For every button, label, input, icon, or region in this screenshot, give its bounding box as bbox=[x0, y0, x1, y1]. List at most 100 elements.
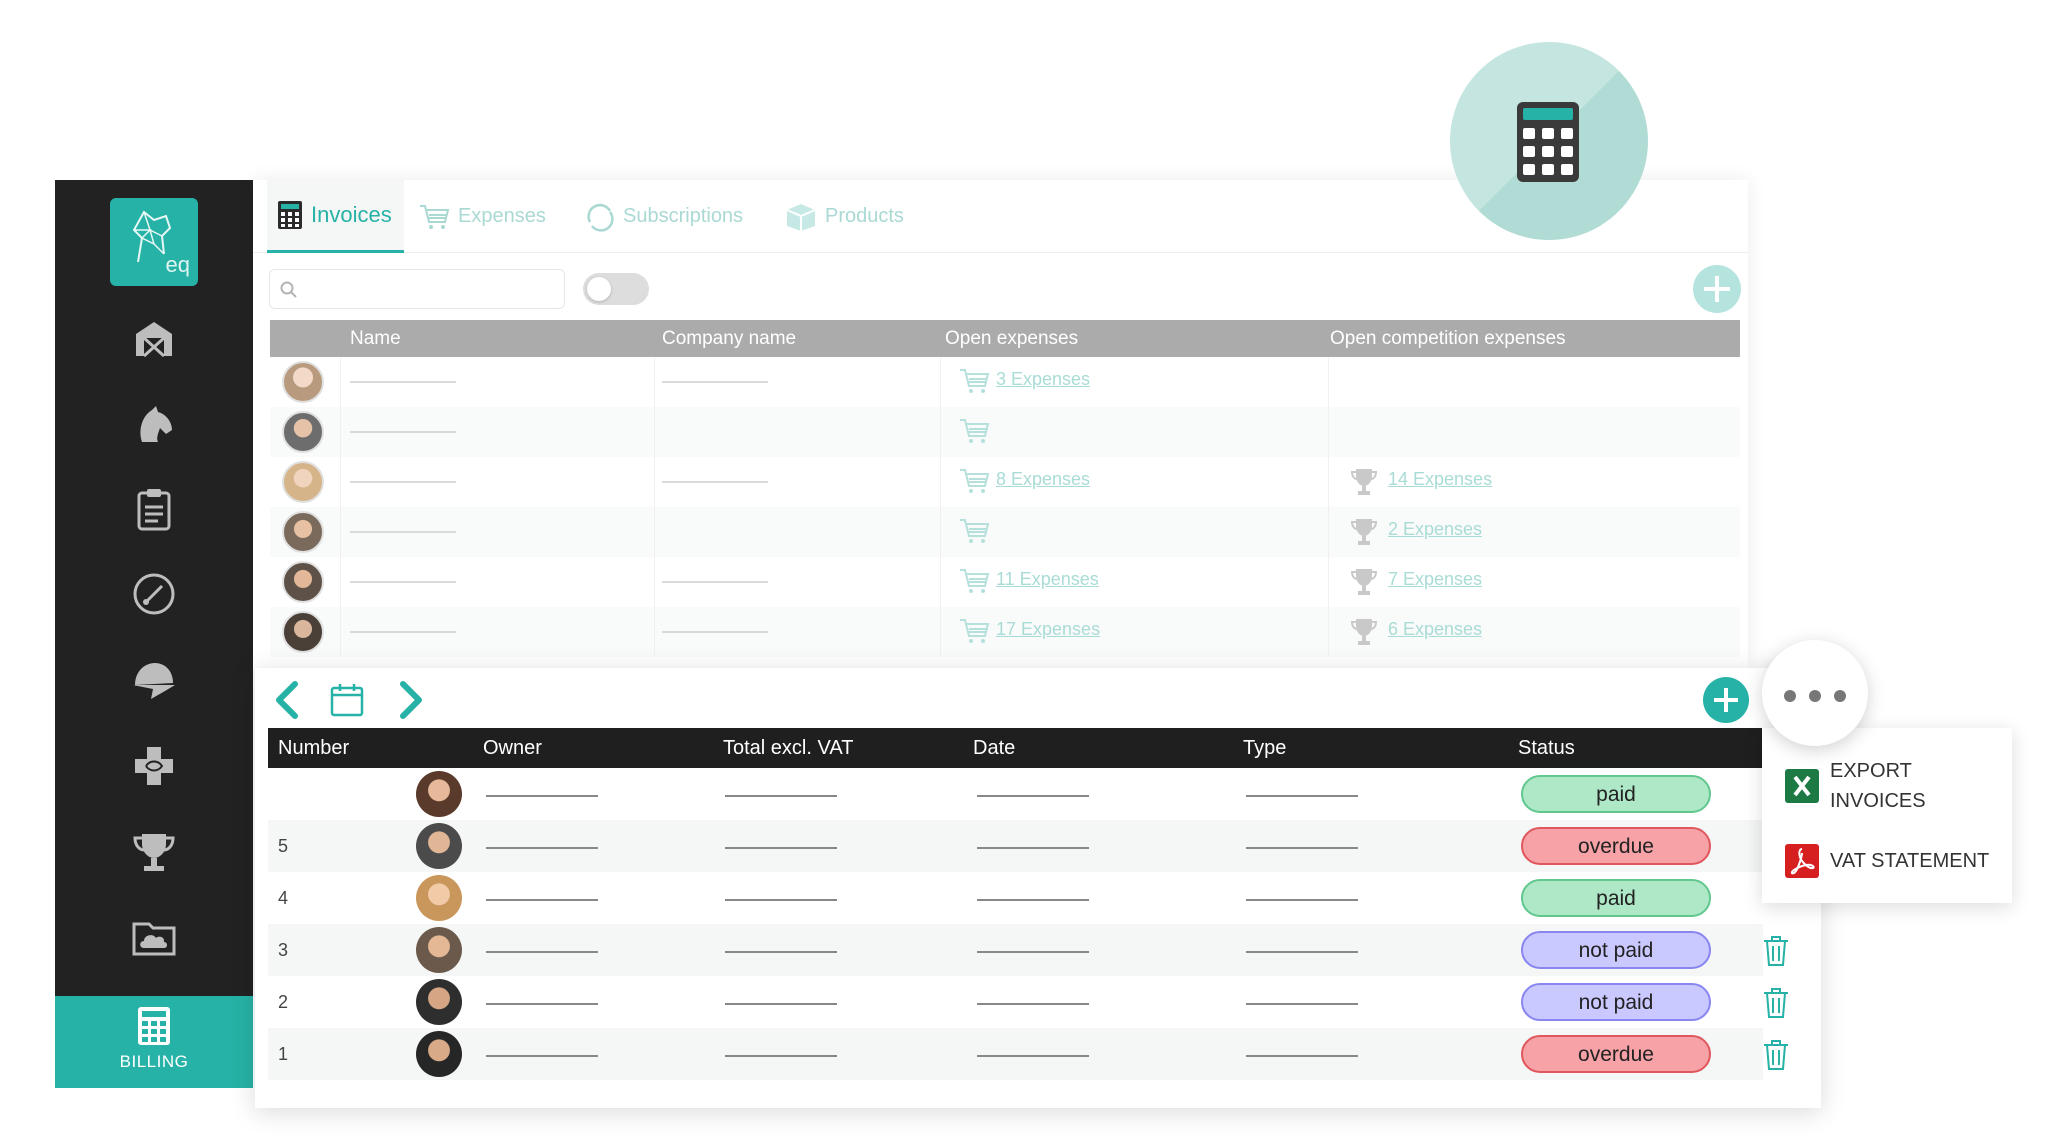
header-status: Status bbox=[1518, 737, 1575, 759]
invoices-table-body: paid 5 overdue 4 paid 3 not paid 2 not p… bbox=[255, 768, 1821, 1088]
table-row[interactable]: 1 overdue bbox=[268, 1028, 1788, 1080]
header-date: Date bbox=[973, 737, 1016, 759]
column-divider bbox=[940, 407, 941, 457]
competition-expenses-link[interactable]: 14 Expenses bbox=[1388, 469, 1492, 490]
column-divider bbox=[340, 557, 341, 607]
company-placeholder bbox=[662, 381, 768, 383]
column-divider bbox=[1328, 357, 1329, 407]
dot bbox=[1834, 690, 1846, 702]
tab-products-label: Products bbox=[825, 205, 904, 227]
owner-placeholder bbox=[486, 847, 598, 849]
search-icon bbox=[280, 281, 297, 298]
table-row[interactable]: 3 not paid bbox=[268, 924, 1788, 976]
column-divider bbox=[340, 507, 341, 557]
type-placeholder bbox=[1246, 951, 1358, 953]
column-divider bbox=[1328, 407, 1329, 457]
horse-head-icon bbox=[140, 406, 172, 442]
export-invoices-item[interactable]: EXPORT INVOICES bbox=[1784, 756, 1926, 816]
name-placeholder bbox=[350, 481, 456, 483]
column-divider bbox=[340, 407, 341, 457]
table-row[interactable]: 11 Expenses 7 Expenses bbox=[270, 557, 1740, 607]
status-badge[interactable]: overdue bbox=[1521, 827, 1711, 865]
cart-icon bbox=[960, 619, 990, 643]
header-name: Name bbox=[350, 328, 401, 349]
dot bbox=[1784, 690, 1796, 702]
export-menu: EXPORT INVOICES VAT STATEMENT bbox=[1762, 728, 2012, 903]
table-row[interactable]: paid bbox=[268, 768, 1763, 820]
trophy-icon bbox=[1350, 619, 1378, 645]
table-row[interactable]: 3 Expenses bbox=[270, 357, 1740, 407]
open-expenses-link[interactable]: 3 Expenses bbox=[996, 369, 1090, 390]
table-row[interactable]: 2 not paid bbox=[268, 976, 1788, 1028]
status-badge[interactable]: overdue bbox=[1521, 1035, 1711, 1073]
avatar bbox=[282, 461, 324, 503]
competition-expenses-link[interactable]: 2 Expenses bbox=[1388, 519, 1482, 540]
nav-riders[interactable] bbox=[130, 655, 178, 703]
tab-expenses-label: Expenses bbox=[458, 205, 546, 227]
cart-icon bbox=[960, 569, 990, 593]
table-row[interactable]: 17 Expenses 6 Expenses bbox=[270, 607, 1740, 657]
header-number: Number bbox=[278, 737, 350, 759]
avatar bbox=[282, 361, 324, 403]
cart-icon bbox=[960, 419, 990, 443]
cart-icon bbox=[420, 204, 450, 229]
tab-subscriptions[interactable]: Subscriptions bbox=[585, 180, 743, 253]
nav-documents[interactable] bbox=[130, 913, 178, 961]
avatar bbox=[282, 611, 324, 653]
search-input[interactable] bbox=[269, 269, 565, 309]
filter-toggle[interactable] bbox=[583, 273, 649, 305]
chevron-right-icon[interactable] bbox=[393, 680, 429, 720]
nav-tasks[interactable] bbox=[130, 485, 178, 533]
header-competition-expenses: Open competition expenses bbox=[1330, 328, 1566, 349]
open-expenses-link[interactable]: 11 Expenses bbox=[996, 569, 1099, 590]
invoices-panel: Number Owner Total excl. VAT Date Type S… bbox=[255, 668, 1821, 1108]
vat-statement-item[interactable]: VAT STATEMENT bbox=[1784, 843, 1989, 879]
billing-window: Invoices Expenses Subscriptions Products bbox=[253, 180, 1748, 670]
tab-expenses[interactable]: Expenses bbox=[418, 180, 546, 253]
gauge-icon bbox=[133, 573, 175, 615]
status-badge[interactable]: paid bbox=[1521, 775, 1711, 813]
more-options-button[interactable] bbox=[1762, 640, 1868, 746]
app-logo[interactable]: eq bbox=[110, 198, 198, 286]
table-row[interactable]: 2 Expenses bbox=[270, 507, 1740, 557]
trash-icon[interactable] bbox=[1761, 986, 1791, 1020]
owner-placeholder bbox=[486, 951, 598, 953]
add-client-button[interactable] bbox=[1693, 265, 1741, 313]
date-placeholder bbox=[977, 1003, 1089, 1005]
nav-competitions[interactable] bbox=[130, 828, 178, 876]
tab-invoices[interactable]: Invoices bbox=[267, 180, 404, 253]
table-row[interactable] bbox=[270, 407, 1740, 457]
column-divider bbox=[654, 557, 655, 607]
competition-expenses-link[interactable]: 6 Expenses bbox=[1388, 619, 1482, 640]
status-badge[interactable]: paid bbox=[1521, 879, 1711, 917]
trash-icon[interactable] bbox=[1761, 1038, 1791, 1072]
cart-icon bbox=[960, 469, 990, 493]
total-placeholder bbox=[725, 899, 837, 901]
nav-health[interactable] bbox=[130, 742, 178, 790]
nav-billing[interactable]: BILLING bbox=[55, 996, 253, 1088]
company-placeholder bbox=[662, 481, 768, 483]
add-invoice-button[interactable] bbox=[1703, 677, 1749, 723]
refresh-icon bbox=[587, 203, 614, 232]
nav-stables[interactable] bbox=[130, 314, 178, 362]
table-row[interactable]: 4 paid bbox=[268, 872, 1763, 924]
chevron-left-icon[interactable] bbox=[269, 680, 305, 720]
trash-icon[interactable] bbox=[1761, 934, 1791, 968]
calendar-icon[interactable] bbox=[329, 682, 365, 718]
status-badge[interactable]: not paid bbox=[1521, 931, 1711, 969]
trophy-icon bbox=[133, 834, 175, 871]
open-expenses-link[interactable]: 17 Expenses bbox=[996, 619, 1100, 640]
nav-training[interactable] bbox=[130, 570, 178, 618]
table-row[interactable]: 8 Expenses 14 Expenses bbox=[270, 457, 1740, 507]
company-placeholder bbox=[662, 581, 768, 583]
competition-expenses-link[interactable]: 7 Expenses bbox=[1388, 569, 1482, 590]
total-placeholder bbox=[725, 795, 837, 797]
status-badge[interactable]: not paid bbox=[1521, 983, 1711, 1021]
open-expenses-link[interactable]: 8 Expenses bbox=[996, 469, 1090, 490]
tab-products[interactable]: Products bbox=[785, 180, 904, 253]
table-row[interactable]: 5 overdue bbox=[268, 820, 1763, 872]
nav-horses[interactable] bbox=[130, 400, 178, 448]
owner-placeholder bbox=[486, 795, 598, 797]
type-placeholder bbox=[1246, 1055, 1358, 1057]
header-total: Total excl. VAT bbox=[723, 737, 854, 759]
